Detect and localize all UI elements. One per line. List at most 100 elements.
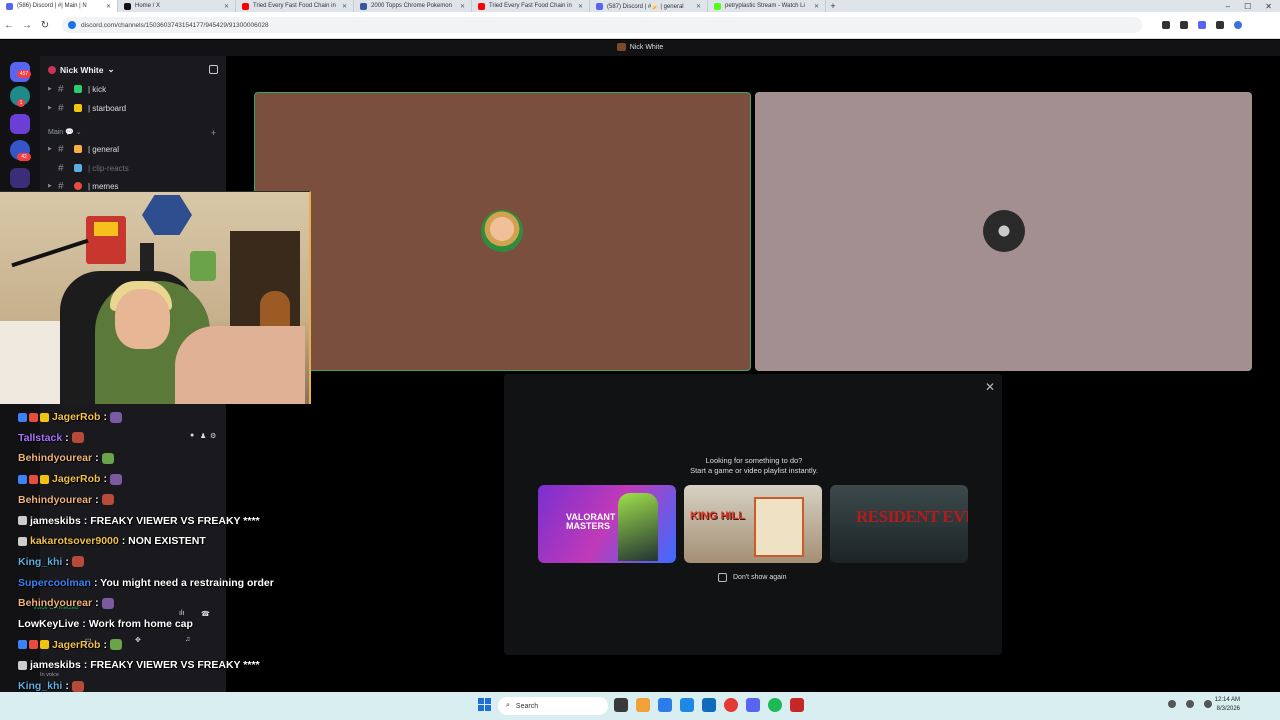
browser-tab[interactable]: 2000 Topps Chrome Pokemon ✕ xyxy=(354,0,472,12)
extensions-bar xyxy=(1162,21,1242,29)
tab-close-icon[interactable]: ✕ xyxy=(814,3,819,10)
wifi-icon[interactable] xyxy=(1186,700,1194,708)
chevron-down-icon: ⌄ xyxy=(107,64,115,74)
create-channel-icon[interactable]: + xyxy=(211,128,216,138)
chat-text: : xyxy=(103,473,107,486)
browser-tab[interactable]: petryplastic Stream - Watch Li ✕ xyxy=(708,0,826,12)
participant-avatar xyxy=(481,210,523,252)
chat-text: : You might need a restraining order xyxy=(93,576,274,589)
chat-badge-icon xyxy=(29,474,38,484)
stream-chat-overlay: JagerRob : Tallstack : Behindyourear : Jage… xyxy=(0,408,300,713)
start-icon[interactable] xyxy=(478,698,492,712)
discord-icon[interactable] xyxy=(746,698,760,712)
browser-tab[interactable]: Tried Every Fast Food Chain in ✕ xyxy=(236,0,354,12)
spotify-icon[interactable] xyxy=(768,698,782,712)
tab-close-icon[interactable]: ✕ xyxy=(696,3,701,10)
clock-date: 8/3/2026 xyxy=(1216,706,1240,712)
task-view-icon[interactable] xyxy=(614,698,628,712)
extension-icon[interactable] xyxy=(1198,21,1206,29)
activity-card-resident-evil[interactable]: RESIDENT EVIL xyxy=(830,485,968,563)
chat-username: JagerRob xyxy=(52,411,101,423)
taskbar-search[interactable]: ⌕ Search xyxy=(498,697,608,715)
browser-tab[interactable]: Tried Every Fast Food Chain in ✕ xyxy=(472,0,590,12)
tab-favicon-icon xyxy=(242,2,249,10)
browser-tab[interactable]: Home / X ✕ xyxy=(118,0,236,12)
chat-badge-icon xyxy=(18,412,27,422)
close-icon[interactable]: ✕ xyxy=(985,380,995,394)
channel-clip-reacts[interactable]: # | clip-reacts xyxy=(48,160,129,176)
chat-username: jameskibs xyxy=(30,514,81,527)
store-icon[interactable] xyxy=(680,698,694,712)
new-tab-button[interactable]: + xyxy=(826,1,840,11)
chat-message: JagerRob : xyxy=(18,411,122,423)
chat-badge-icon xyxy=(18,536,27,546)
chat-text: : Work from home cap xyxy=(82,618,193,630)
chat-text: : xyxy=(65,680,69,693)
game-title: VALORANT MASTERS xyxy=(566,512,616,531)
tab-favicon-icon xyxy=(596,2,603,10)
browser-tab[interactable]: (586) Discord | #| Main | N ✕ xyxy=(0,0,118,12)
chat-username: Supercoolman xyxy=(18,576,91,589)
system-tray xyxy=(1168,700,1212,708)
checkbox-icon[interactable] xyxy=(718,573,727,582)
channel-kick[interactable]: ▶ # | kick xyxy=(48,81,106,97)
reload-icon[interactable]: ↻ xyxy=(36,20,54,31)
forward-icon[interactable]: → xyxy=(18,20,36,31)
extension-icon[interactable] xyxy=(1162,21,1170,29)
minimize-button[interactable]: – xyxy=(1226,2,1230,11)
category-main[interactable]: Main 💬 ⌄ xyxy=(48,128,82,136)
browser-tab[interactable]: (587) Discord | #🍌 | general ✕ xyxy=(590,0,708,12)
game-title: RESIDENT EVIL xyxy=(856,507,968,526)
extension-icon[interactable] xyxy=(1180,21,1188,29)
tab-close-icon[interactable]: ✕ xyxy=(578,3,583,10)
chat-text: : xyxy=(95,597,99,610)
search-label: Search xyxy=(515,702,539,710)
volume-icon[interactable] xyxy=(1204,700,1212,708)
site-info-icon[interactable] xyxy=(68,21,76,29)
tab-close-icon[interactable]: ✕ xyxy=(342,3,347,10)
chat-badges xyxy=(18,660,27,670)
url-input[interactable]: discord.com/channels/1503603743154177/94… xyxy=(62,17,1142,33)
app-icon[interactable] xyxy=(790,698,804,712)
chat-badges xyxy=(18,516,27,525)
chat-emote-icon xyxy=(109,639,122,651)
maximize-button[interactable]: ☐ xyxy=(1244,2,1251,11)
chat-badges xyxy=(18,474,49,484)
chat-badge-icon xyxy=(40,412,49,422)
tab-close-icon[interactable]: ✕ xyxy=(224,3,229,10)
chat-emote-icon xyxy=(101,452,114,464)
chrome-icon[interactable] xyxy=(724,698,738,712)
invite-people-icon[interactable] xyxy=(209,65,218,74)
channel-emoji-icon xyxy=(74,145,82,153)
server-icon[interactable] xyxy=(10,168,30,188)
clock[interactable]: 12:14 AM 8/3/2026 xyxy=(1215,696,1240,714)
close-window-button[interactable]: ✕ xyxy=(1265,2,1272,11)
tab-close-icon[interactable]: ✕ xyxy=(460,3,465,10)
edge-icon[interactable] xyxy=(658,698,672,712)
dont-show-again-label: Don't show again xyxy=(733,574,787,581)
tray-icon[interactable] xyxy=(1168,700,1176,708)
chat-text: : xyxy=(103,411,107,423)
game-title: KING HILL xyxy=(690,510,745,522)
mention-badge: 42 xyxy=(17,153,31,161)
channel-starboard[interactable]: ▶ # | starboard xyxy=(48,100,126,116)
activity-card-valorant[interactable]: VALORANT MASTERS xyxy=(538,485,676,563)
back-icon[interactable]: ← xyxy=(0,20,18,31)
dont-show-again-checkbox[interactable]: Don't show again xyxy=(718,573,786,582)
profile-avatar[interactable] xyxy=(1234,21,1242,29)
tab-close-icon[interactable]: ✕ xyxy=(106,3,111,10)
channel-general[interactable]: ▶ # | general xyxy=(48,141,119,157)
chat-username: jameskibs xyxy=(30,659,81,672)
server-icon[interactable] xyxy=(10,114,30,134)
chat-message: Behindyourear : xyxy=(18,597,114,609)
activity-card-king-hill[interactable]: KING HILL xyxy=(684,485,822,563)
chat-badges xyxy=(18,412,49,422)
channel-label: | clip-reacts xyxy=(88,163,129,173)
extensions-puzzle-icon[interactable] xyxy=(1216,21,1224,29)
file-explorer-icon[interactable] xyxy=(636,698,650,712)
tab-favicon-icon xyxy=(714,2,721,10)
chat-badges xyxy=(18,536,27,546)
server-name-button[interactable]: Nick White ⌄ xyxy=(48,64,115,75)
outlook-icon[interactable] xyxy=(702,698,716,712)
chat-username: JagerRob xyxy=(52,638,101,651)
